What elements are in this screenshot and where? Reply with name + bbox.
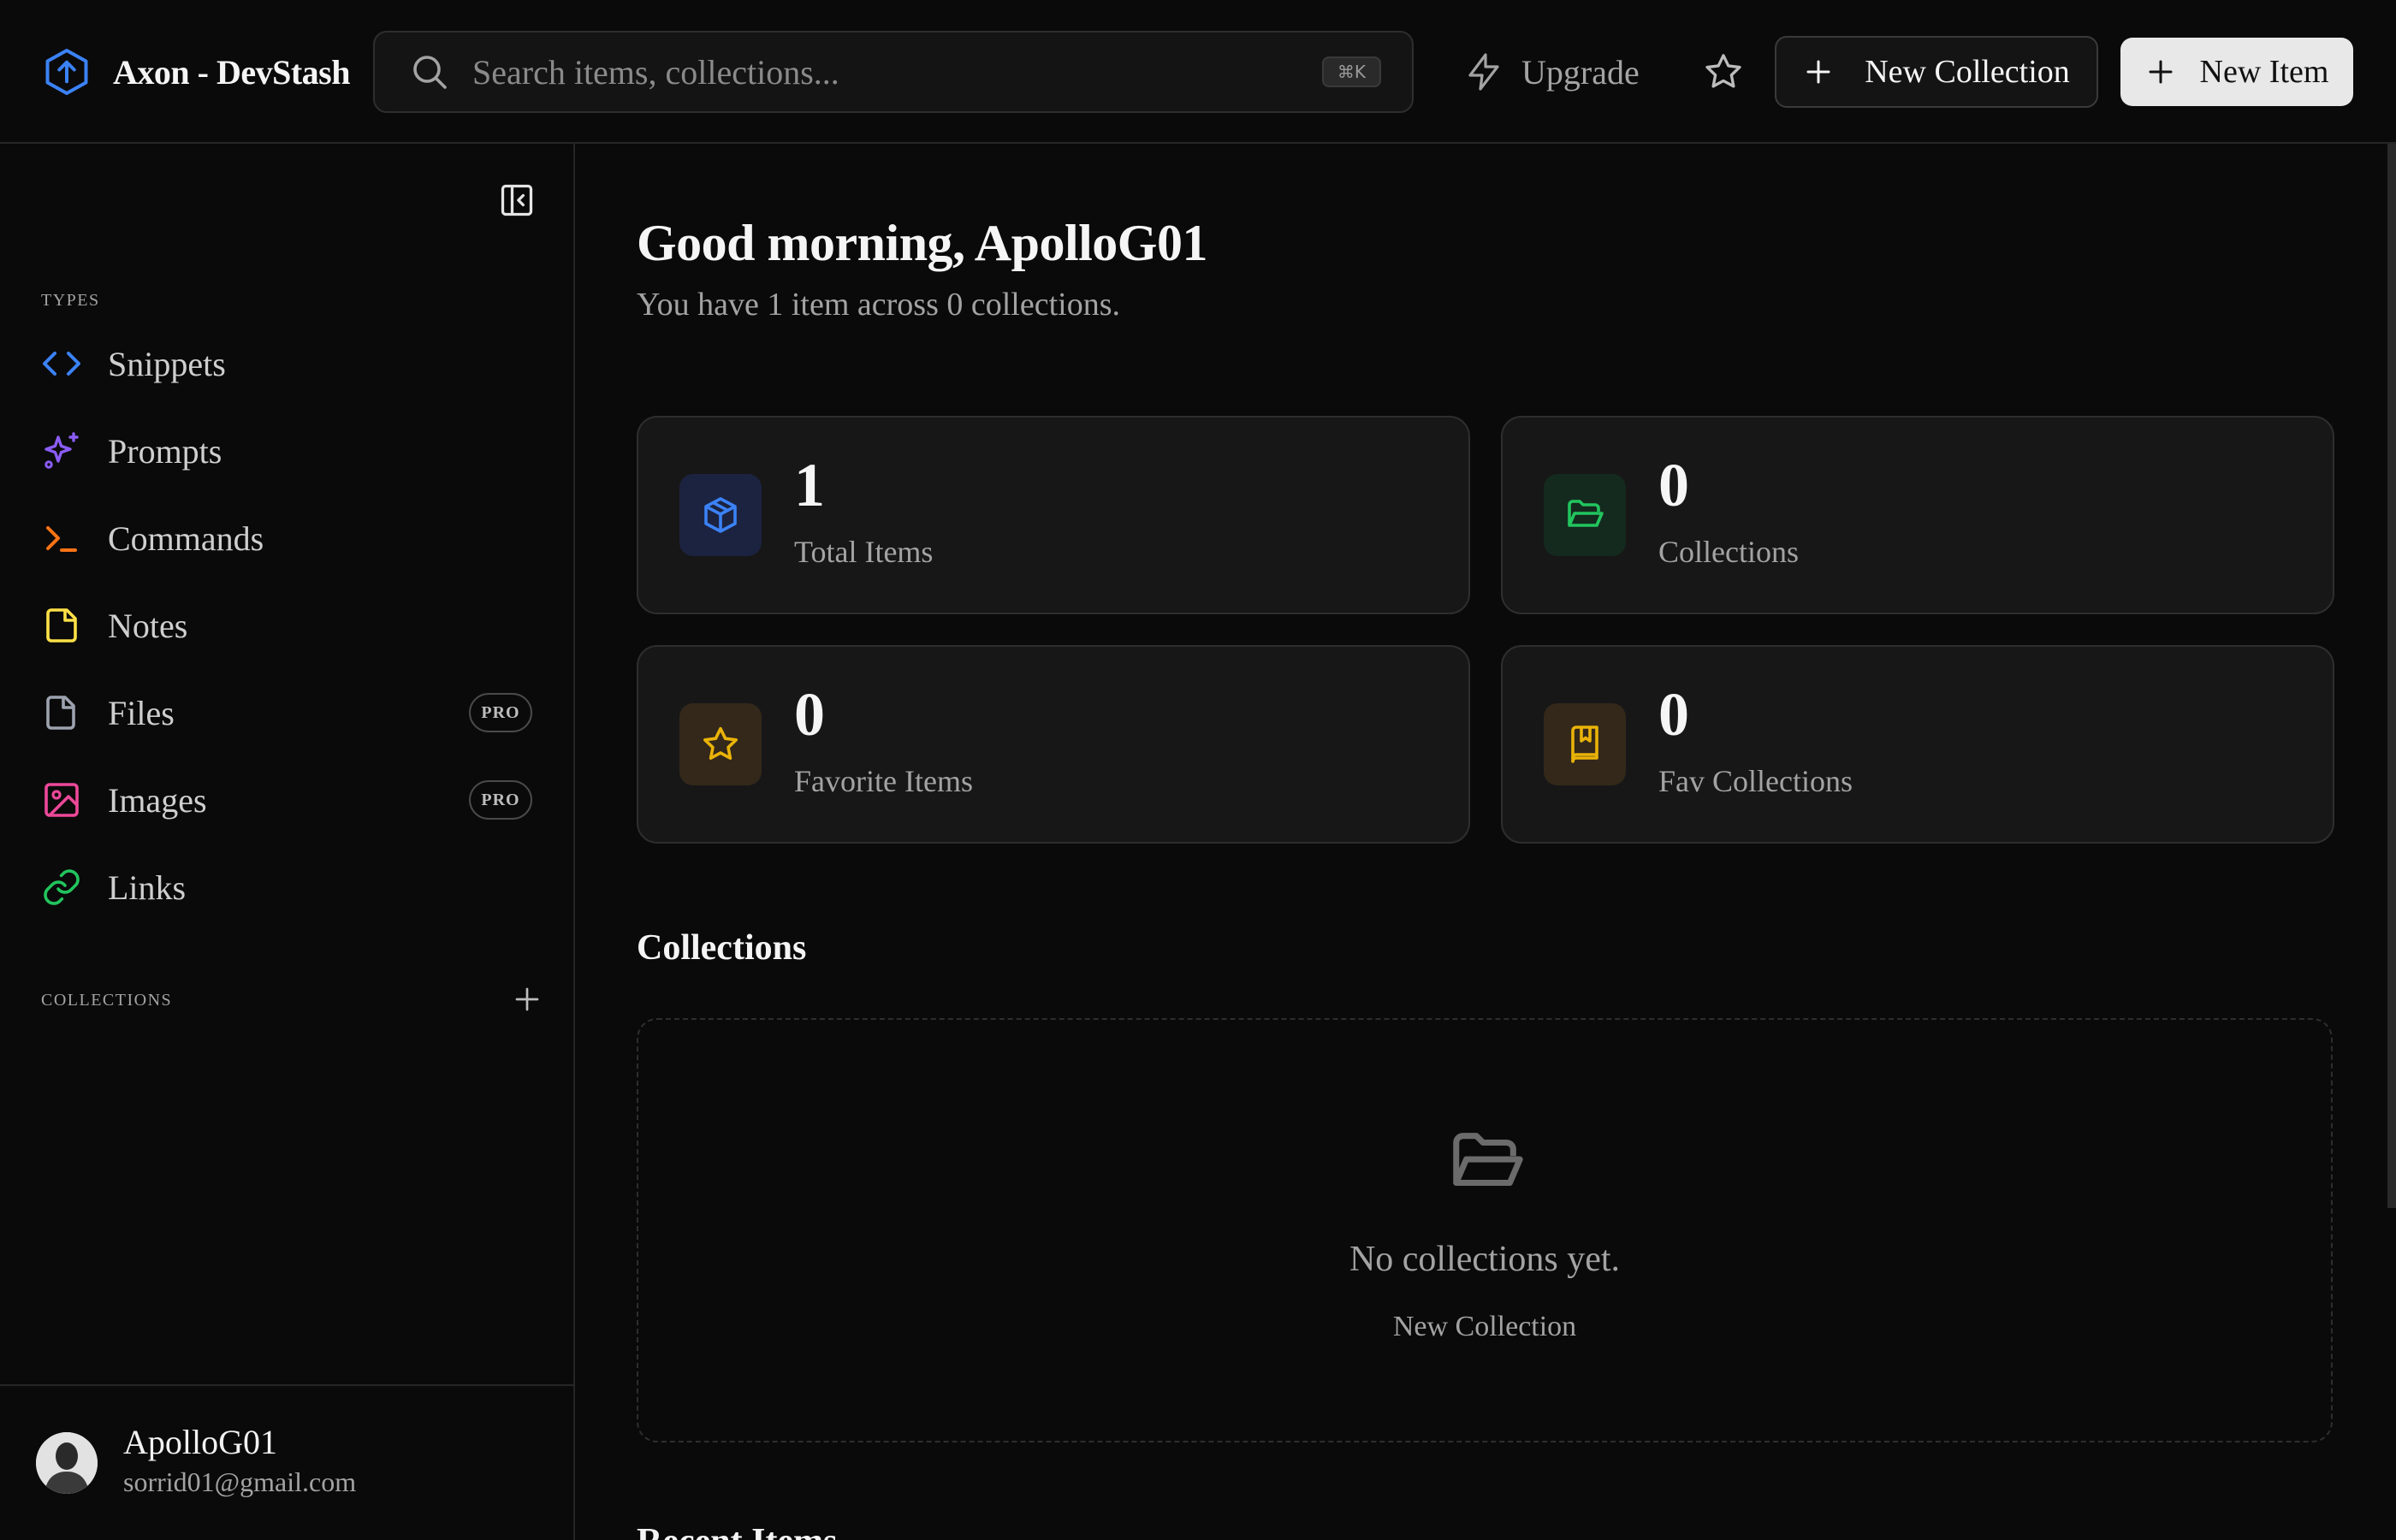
stat-icon-tile [679, 703, 762, 785]
collections-section-title: Collections [637, 928, 807, 968]
brand[interactable]: Axon - DevStash [41, 46, 350, 98]
app-window: Axon - DevStash Search items, collection… [0, 0, 2396, 1540]
sidebar-item-label: Commands [108, 518, 264, 558]
sidebar-item-snippets[interactable]: Snippets [0, 320, 575, 407]
main-content: Good morning, ApolloG01 You have 1 item … [575, 144, 2396, 1540]
user-email: sorrid01@gmail.com [123, 1466, 357, 1497]
brand-name: Axon - DevStash [113, 52, 350, 92]
stat-card-favorite-items: 0 Favorite Items [637, 645, 1470, 844]
stat-label: Collections [1658, 535, 1799, 569]
upgrade-label: Upgrade [1521, 52, 1640, 92]
stat-icon-tile [1544, 474, 1626, 556]
sidebar-item-images[interactable]: Images PRO [0, 756, 575, 844]
folder-open-icon [1568, 500, 1604, 527]
sidebar-item-label: Prompts [108, 431, 222, 471]
user-profile[interactable]: ApolloG01 sorrid01@gmail.com [0, 1384, 573, 1540]
stat-value: 0 [794, 680, 825, 749]
pro-badge: PRO [469, 693, 532, 732]
top-bar: Axon - DevStash Search items, collection… [0, 0, 2396, 144]
sidebar-item-links[interactable]: Links [0, 844, 575, 931]
favorites-button[interactable] [1699, 46, 1747, 98]
sidebar-item-commands[interactable]: Commands [0, 495, 575, 582]
type-nav: Snippets Prompts Commands Notes Files PR… [0, 320, 575, 931]
pro-badge: PRO [469, 780, 532, 820]
stat-value: 0 [1658, 451, 1689, 519]
stat-label: Total Items [794, 535, 934, 569]
terminal-icon [46, 526, 77, 552]
sidebar-item-files[interactable]: Files PRO [0, 669, 575, 756]
stat-value: 0 [1658, 680, 1689, 749]
sidebar-item-label: Files [108, 693, 175, 732]
sidebar-item-label: Images [108, 780, 207, 820]
stat-value: 1 [794, 451, 825, 519]
bookmark-book-icon [1571, 726, 1598, 763]
stat-card-fav-collections: 0 Fav Collections [1501, 645, 2334, 844]
sidebar-item-label: Snippets [108, 344, 226, 383]
code-icon [43, 352, 80, 376]
collections-empty-state: No collections yet. New Collection [637, 1018, 2333, 1442]
search-icon [413, 56, 447, 89]
plus-icon [1806, 60, 1830, 84]
new-collection-label: New Collection [1865, 54, 2070, 90]
file-icon [46, 696, 75, 730]
user-name: ApolloG01 [123, 1423, 277, 1461]
collections-section-label: COLLECTIONS [41, 991, 173, 1010]
avatar-photo [36, 1432, 98, 1494]
empty-state-new-collection-link[interactable]: New Collection [638, 1311, 2331, 1343]
stat-card-collections: 0 Collections [1501, 416, 2334, 614]
collapse-sidebar-icon[interactable] [498, 181, 536, 219]
folder-open-icon [1453, 1133, 1523, 1187]
sidebar-item-notes[interactable]: Notes [0, 582, 575, 669]
search-placeholder: Search items, collections... [472, 52, 839, 92]
stat-icon-tile [679, 474, 762, 556]
recent-items-section-title: Recent Items [637, 1521, 837, 1540]
hexagon-logo-icon [45, 49, 88, 95]
scrollbar[interactable] [2387, 144, 2396, 1208]
lightning-icon [1468, 53, 1499, 91]
search-input[interactable]: Search items, collections... ⌘K [373, 31, 1414, 113]
upgrade-button[interactable]: Upgrade [1463, 48, 1640, 96]
add-collection-icon[interactable] [512, 984, 543, 1015]
new-item-button[interactable]: New Item [2120, 38, 2353, 106]
avatar[interactable] [36, 1432, 98, 1494]
stat-card-total-items: 1 Total Items [637, 416, 1470, 614]
sidebar-item-label: Links [108, 868, 187, 907]
search-shortcut-badge: ⌘K [1321, 56, 1381, 87]
new-collection-button[interactable]: New Collection [1775, 36, 2098, 108]
sidebar: TYPES Snippets Prompts Commands Notes Fi… [0, 144, 575, 1540]
box-icon [704, 497, 737, 533]
star-icon [1705, 54, 1741, 88]
star-icon [703, 726, 738, 760]
page-title: Good morning, ApolloG01 [637, 215, 1207, 271]
image-icon [44, 783, 79, 817]
new-item-label: New Item [2199, 54, 2329, 90]
sidebar-item-label: Notes [108, 606, 188, 645]
link-icon [44, 869, 80, 905]
empty-state-message: No collections yet. [1349, 1240, 1621, 1279]
types-section-label: TYPES [41, 291, 100, 310]
stat-label: Favorite Items [794, 764, 973, 798]
sidebar-item-prompts[interactable]: Prompts [0, 407, 575, 495]
sparkles-icon [44, 432, 79, 469]
stat-icon-tile [1544, 703, 1626, 785]
stat-label: Fav Collections [1658, 764, 1853, 798]
plus-icon [2149, 60, 2173, 84]
note-icon [46, 608, 77, 643]
page-subtitle: You have 1 item across 0 collections. [637, 287, 1120, 323]
